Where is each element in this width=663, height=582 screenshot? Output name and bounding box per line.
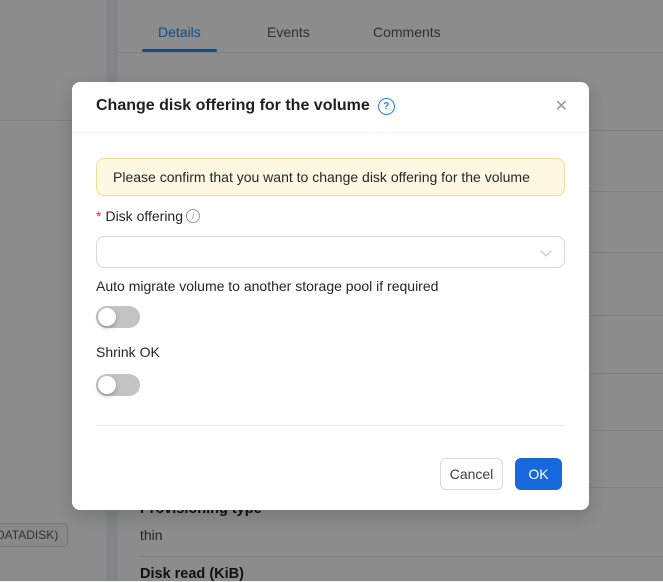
- dialog-title: Change disk offering for the volume ?: [96, 97, 395, 115]
- help-icon[interactable]: ?: [377, 97, 395, 115]
- disk-offering-label-text: Disk offering: [105, 208, 184, 224]
- required-asterisk: *: [96, 208, 102, 224]
- close-icon[interactable]: ✕: [555, 97, 568, 117]
- chevron-down-icon: [540, 245, 552, 257]
- ok-button[interactable]: OK: [515, 458, 562, 490]
- disk-offering-select[interactable]: [96, 236, 565, 268]
- divider: [96, 425, 565, 426]
- info-icon: i: [186, 209, 201, 223]
- shrink-ok-label: Shrink OK: [96, 344, 160, 360]
- toggle-knob: [98, 376, 116, 394]
- dialog-header: Change disk offering for the volume ? ✕: [72, 82, 589, 133]
- toggle-knob: [98, 308, 116, 326]
- disk-offering-field-label: * Disk offering i: [96, 208, 201, 224]
- confirm-warning-alert: Please confirm that you want to change d…: [96, 158, 565, 196]
- change-disk-offering-dialog: Change disk offering for the volume ? ✕ …: [72, 82, 589, 510]
- shrink-ok-toggle[interactable]: [96, 374, 140, 396]
- cancel-button[interactable]: Cancel: [440, 458, 503, 490]
- auto-migrate-toggle[interactable]: [96, 306, 140, 328]
- auto-migrate-label: Auto migrate volume to another storage p…: [96, 278, 439, 294]
- dialog-title-text: Change disk offering for the volume: [96, 97, 370, 114]
